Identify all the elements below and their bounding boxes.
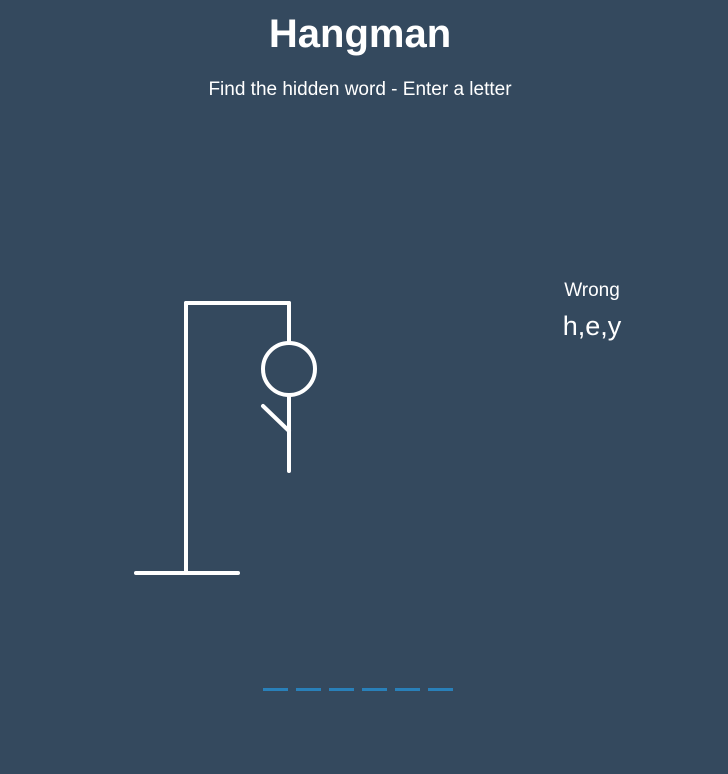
letter-slot — [263, 674, 288, 691]
hangman-left-arm — [261, 404, 291, 433]
hidden-word — [263, 674, 461, 691]
wrong-label: Wrong — [564, 280, 620, 301]
wrong-letters: h,e,y — [562, 311, 622, 341]
wrong-letters-panel: Wrong h,e,y — [522, 280, 662, 342]
hangman-figure — [134, 301, 317, 575]
letter-slot — [362, 674, 387, 691]
letter-slot — [329, 674, 354, 691]
letter-slot — [395, 674, 420, 691]
hangman-head — [261, 341, 317, 397]
letter-slot — [296, 674, 321, 691]
letter-slot — [428, 674, 453, 691]
